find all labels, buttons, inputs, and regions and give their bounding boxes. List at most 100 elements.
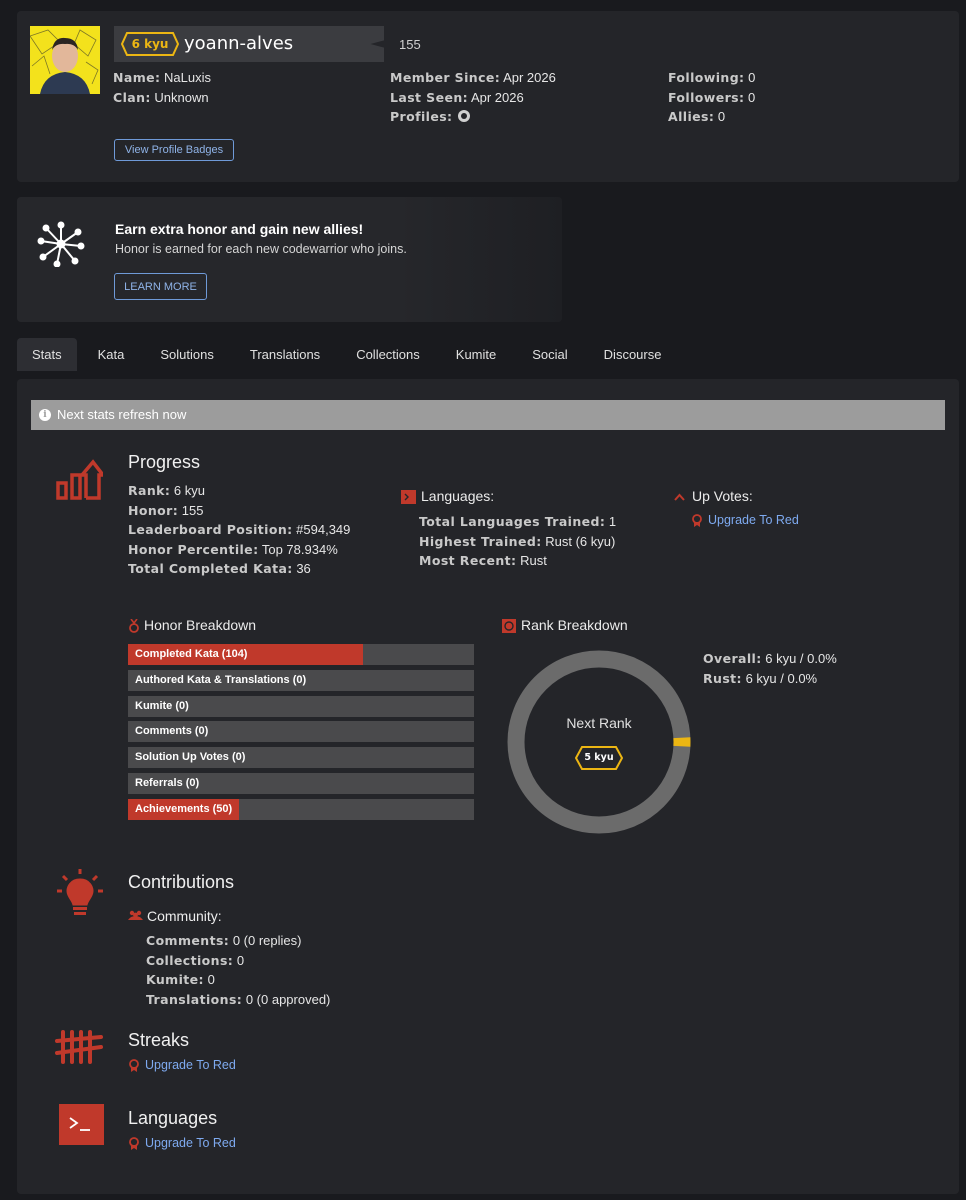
honor-bar-label: Comments (0) [135,725,209,738]
honor-bar-label: Solution Up Votes (0) [135,751,246,764]
kumite-value: 0 [207,972,215,987]
honor-bar-label: Referrals (0) [135,777,200,789]
info-icon: i [39,409,51,421]
progress-chart-icon [56,459,103,500]
following-label: Following: [668,70,745,85]
membership-info: Member Since: Apr 2026 Last Seen: Apr 20… [390,68,556,127]
leaderboard-value: #594,349 [296,522,351,537]
terminal-icon [59,1104,104,1145]
percentile-value: Top 78.934% [261,541,338,557]
tab-collections[interactable]: Collections [338,338,438,371]
followers-label: Followers: [668,89,745,105]
learn-more-button[interactable]: LEARN MORE [114,273,207,300]
progress-details: Rank: 6 kyu Honor: 155 Leaderboard Posit… [128,481,350,579]
honor-bar-row: Authored Kata & Translations (0) [128,669,474,691]
network-icon [37,221,85,267]
tab-stats[interactable]: Stats [17,338,77,371]
lightbulb-icon [57,869,103,915]
languages-title: Languages [128,1108,218,1128]
medal-icon [129,619,139,633]
invite-title: Earn extra honor and gain new allies! [115,221,364,237]
invite-subtitle: Honor is earned for each new codewarrior… [115,242,407,256]
rust-rank-label: Rust: [703,670,742,686]
most-recent-label: Most Recent: [419,553,517,568]
profile-tabs: Stats Kata Solutions Translations Collec… [17,338,679,371]
invite-banner: Earn extra honor and gain new allies! Ho… [17,197,562,322]
rank-breakdown-icon [502,619,516,633]
refresh-text: Next stats refresh now [57,407,187,422]
clan-label: Clan: [113,89,151,105]
honor-bar-label: Achievements (50) [135,802,233,815]
identity-info: Name: NaLuxis Clan: Unknown [113,68,211,107]
last-seen-value: Apr 2026 [470,89,524,105]
collections-label: Collections: [146,952,234,968]
tab-discourse[interactable]: Discourse [586,338,680,371]
highest-trained-value: Rust (6 kyu) [545,533,616,549]
rank-breakdown-title: Rank Breakdown [521,617,628,633]
rank-label: Rank: [128,483,171,498]
tab-kata[interactable]: Kata [77,338,143,371]
next-rank-label: Next Rank [566,715,632,731]
tab-social[interactable]: Social [514,338,585,371]
github-icon[interactable] [458,110,471,122]
following-value: 0 [748,70,756,85]
honor-bar-row: Referrals (0) [128,773,474,794]
honor-bar-row: Completed Kata (104) [128,644,474,665]
streaks-upgrade-link[interactable]: Upgrade To Red [145,1058,236,1072]
stats-panel: i Next stats refresh now Progress Rank: … [17,379,959,1194]
community-details: Comments: 0 (0 replies) Collections: 0 K… [146,931,330,1009]
avatar[interactable] [30,26,100,94]
chevron-up-icon [674,493,685,501]
member-since-label: Member Since: [390,70,501,85]
community-icon [128,910,143,920]
allies-label: Allies: [668,109,715,124]
tab-solutions[interactable]: Solutions [142,338,231,371]
languages-summary-title: Languages: [421,488,495,504]
translations-label: Translations: [146,991,243,1007]
followers-value: 0 [748,89,756,105]
honor-bar-row: Achievements (50) [128,798,474,820]
streak-tally-icon [55,1030,103,1064]
rank-breakdown-details: Overall: 6 kyu / 0.0% Rust: 6 kyu / 0.0% [703,649,837,688]
rank-value: 6 kyu [173,483,205,498]
leaderboard-label: Leaderboard Position: [128,522,293,537]
streaks-title: Streaks [128,1030,190,1050]
languages-upgrade-link[interactable]: Upgrade To Red [145,1136,236,1150]
kumite-label: Kumite: [146,972,204,987]
upvotes-upgrade-link[interactable]: Upgrade To Red [708,513,799,527]
member-since-value: Apr 2026 [503,70,556,85]
ribbon-icon [129,1137,139,1150]
stats-refresh-notice: i Next stats refresh now [31,400,945,430]
honor-label: Honor: [128,502,179,518]
allies-value: 0 [717,109,726,124]
honor-bar-row: Comments (0) [128,721,474,743]
languages-summary: Total Languages Trained: 1 Highest Train… [419,512,616,571]
completed-kata-label: Total Completed Kata: [128,561,293,576]
social-info: Following: 0 Followers: 0 Allies: 0 [668,68,755,127]
honor-breakdown-title: Honor Breakdown [144,617,257,633]
view-profile-badges-button[interactable]: View Profile Badges [114,139,234,161]
rank-badge: 6 kyu [121,32,179,56]
name-value: NaLuxis [164,70,211,85]
percentile-label: Honor Percentile: [128,541,259,557]
next-rank-badge: 5 kyu [575,746,623,770]
progress-title: Progress [128,452,201,472]
honor-bar-label: Kumite (0) [135,699,189,712]
tab-kumite[interactable]: Kumite [438,338,514,371]
total-languages-value: 1 [608,514,617,529]
last-seen-label: Last Seen: [390,89,469,105]
comments-label: Comments: [146,933,230,948]
rust-rank-value: 6 kyu / 0.0% [745,670,818,686]
rank-progress-ring [507,650,691,834]
highest-trained-label: Highest Trained: [419,533,542,549]
name-label: Name: [113,70,161,85]
profile-card: 6 kyu yoann-alves 155 Name: NaLuxis Clan… [17,11,959,182]
next-rank-value: 5 kyu [584,752,614,763]
community-title: Community: [147,908,222,924]
username: yoann-alves [184,33,294,54]
honor-bar-label: Authored Kata & Translations (0) [135,673,307,686]
tab-translations[interactable]: Translations [232,338,338,371]
most-recent-value: Rust [520,553,547,568]
overall-rank-label: Overall: [703,651,762,666]
total-languages-label: Total Languages Trained: [419,514,606,529]
